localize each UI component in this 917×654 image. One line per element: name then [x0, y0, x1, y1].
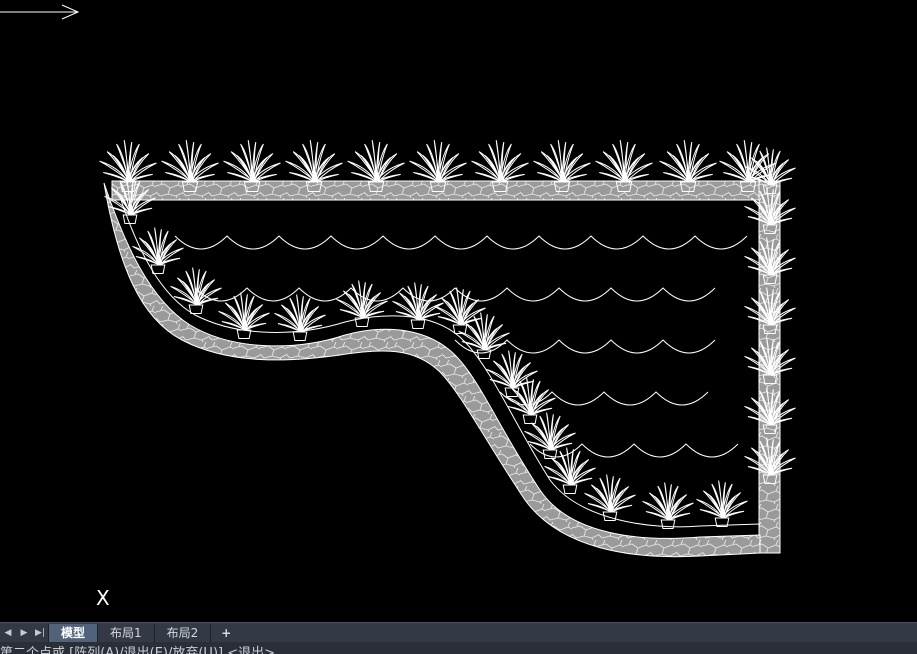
wave-line: [194, 287, 716, 302]
wave-line: [174, 235, 748, 250]
tab-nav-last-button[interactable]: ▶|: [32, 624, 48, 642]
pond-drawing: [99, 140, 796, 558]
add-layout-button[interactable]: +: [210, 623, 241, 642]
plant-symbol: [458, 312, 510, 359]
tab-nav-first-button[interactable]: ◀: [0, 624, 16, 642]
tab-layout2[interactable]: 布局2: [153, 623, 211, 642]
plant-symbol: [524, 412, 576, 459]
tab-model[interactable]: 模型: [48, 623, 98, 642]
tab-nav-next-button[interactable]: ▶: [16, 624, 32, 642]
command-line[interactable]: 第二个点或 [阵列(A)/退出(E)/放弃(U)] <退出>: [0, 642, 917, 654]
plant-symbol: [336, 280, 388, 327]
plant-symbol: [544, 447, 596, 494]
plant-symbol: [132, 227, 184, 274]
command-prompt-text: 第二个点或 [阵列(A)/退出(E)/放弃(U)] <退出>: [0, 646, 276, 654]
plant-symbol: [392, 282, 444, 329]
plant-symbol: [170, 267, 222, 314]
plant-symbol: [642, 482, 694, 529]
plant-symbol: [584, 474, 636, 521]
drawing-canvas[interactable]: X: [0, 0, 917, 622]
ucs-x-label: X: [96, 586, 110, 610]
ucs-axis-icon: [0, 4, 80, 20]
pond-border-top: [111, 180, 781, 201]
layout-tab-bar: ◀ ▶ ▶| 模型 布局1 布局2 +: [0, 622, 917, 642]
plant-symbol: [486, 350, 538, 397]
plant-symbol: [696, 480, 748, 527]
plant-symbol: [274, 294, 326, 341]
tab-layout1[interactable]: 布局1: [97, 623, 154, 642]
